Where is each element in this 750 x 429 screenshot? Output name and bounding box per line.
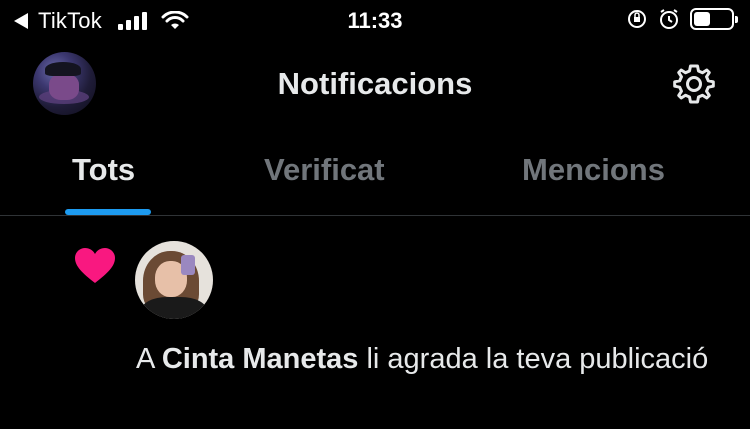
alarm-icon [660, 9, 678, 29]
notification-prefix: A [136, 343, 154, 375]
notification-text: A Cinta Manetas li agrada la teva public… [136, 337, 716, 381]
tab-verificat[interactable]: Verificat [264, 152, 385, 188]
notification-item[interactable]: A Cinta Manetas li agrada la teva public… [0, 217, 750, 429]
status-right-icons [626, 8, 738, 30]
tab-mencions[interactable]: Mencions [522, 152, 665, 188]
screen: TikTok 11:33 Notificacions Tots Verifica… [0, 0, 750, 429]
status-bar: TikTok 11:33 [0, 0, 750, 44]
battery-icon [690, 8, 738, 30]
notification-user-name[interactable]: Cinta Manetas [162, 343, 359, 375]
active-tab-indicator [65, 209, 151, 215]
notification-action: li agrada la teva publicació [366, 343, 709, 375]
tab-tots[interactable]: Tots [72, 152, 135, 188]
user-avatar[interactable] [135, 241, 213, 319]
page-title: Notificacions [277, 66, 473, 101]
notification-tabs: Tots Verificat Mencions [0, 140, 750, 216]
gear-icon[interactable] [672, 62, 716, 106]
orientation-lock-icon [628, 10, 646, 28]
header: Notificacions [0, 44, 750, 124]
heart-icon [75, 248, 115, 283]
